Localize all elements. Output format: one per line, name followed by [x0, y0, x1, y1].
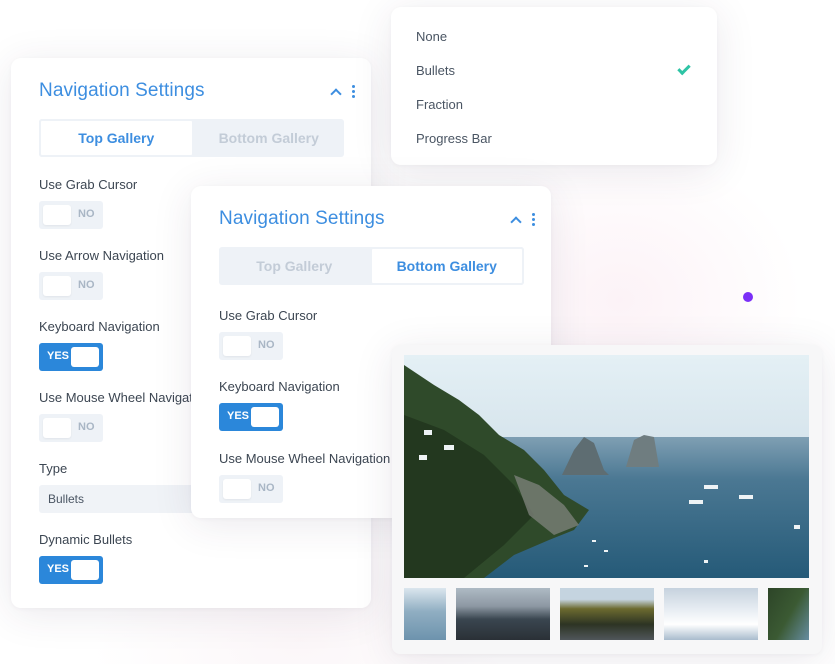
toggle-knob: [43, 205, 71, 225]
field-keyboard-navigation: Keyboard Navigation YES: [219, 379, 340, 431]
gallery-tabs: Top Gallery Bottom Gallery: [219, 247, 524, 285]
option-label: Bullets: [416, 62, 456, 78]
field-dynamic-bullets: Dynamic Bullets YES: [39, 532, 132, 584]
thumbnail-forest-person[interactable]: [560, 588, 654, 640]
thumbnail-ski-chairlift[interactable]: [664, 588, 758, 640]
type-dropdown-menu: None Bullets Fraction Progress Bar: [391, 7, 717, 165]
dropdown-option-fraction[interactable]: Fraction: [416, 92, 692, 116]
chevron-up-icon[interactable]: [330, 87, 342, 100]
field-label: Use Grab Cursor: [219, 308, 318, 323]
toggle-use-grab-cursor[interactable]: NO: [39, 201, 103, 229]
field-label: Dynamic Bullets: [39, 532, 133, 547]
toggle-knob: [223, 336, 251, 356]
option-label: None: [416, 28, 448, 44]
panel-title: Navigation Settings: [219, 208, 385, 229]
field-label: Use Mouse Wheel Navigation: [219, 451, 391, 466]
field-use-mouse-wheel-navigation: Use Mouse Wheel Navigation NO: [39, 390, 210, 442]
gallery-main-image[interactable]: [404, 355, 809, 578]
field-use-arrow-navigation: Use Arrow Navigation NO: [39, 248, 164, 300]
toggle-state: NO: [78, 279, 95, 291]
dropdown-option-none[interactable]: None: [416, 24, 692, 48]
tab-top-gallery[interactable]: Top Gallery: [39, 119, 194, 157]
gallery-preview: [392, 345, 822, 654]
thumbnail-mountain-lodge[interactable]: [456, 588, 550, 640]
thumbnail-coastal-cliffs[interactable]: [768, 588, 809, 640]
toggle-state: NO: [258, 339, 275, 351]
dropdown-option-progress-bar[interactable]: Progress Bar: [416, 126, 692, 150]
more-options-icon[interactable]: [530, 212, 537, 226]
field-label: Use Grab Cursor: [39, 177, 138, 192]
toggle-knob: [71, 347, 99, 367]
decorative-dot: [743, 292, 753, 302]
coastal-landscape-image: [404, 355, 809, 578]
field-label: Keyboard Navigation: [219, 379, 340, 394]
tab-bottom-gallery[interactable]: Bottom Gallery: [369, 247, 524, 285]
toggle-knob: [71, 560, 99, 580]
dropdown-option-bullets[interactable]: Bullets: [416, 58, 692, 82]
gallery-tabs: Top Gallery Bottom Gallery: [39, 119, 344, 157]
toggle-state: YES: [47, 563, 70, 575]
thumbnail-sea-stack[interactable]: [404, 588, 446, 640]
field-label: Keyboard Navigation: [39, 319, 160, 334]
toggle-knob: [223, 479, 251, 499]
field-label: Use Arrow Navigation: [39, 248, 164, 263]
toggle-knob: [43, 276, 71, 296]
more-options-icon[interactable]: [350, 84, 357, 98]
toggle-use-grab-cursor[interactable]: NO: [219, 332, 283, 360]
gallery-thumbnails: [404, 588, 809, 640]
option-label: Fraction: [416, 96, 463, 112]
header-icons: [510, 212, 537, 228]
tab-top-gallery[interactable]: Top Gallery: [219, 247, 370, 285]
toggle-dynamic-bullets[interactable]: YES: [39, 556, 103, 584]
chevron-up-icon[interactable]: [510, 215, 522, 228]
field-use-mouse-wheel-navigation: Use Mouse Wheel Navigation NO: [219, 451, 390, 503]
stage: Navigation Settings Top Gallery Bottom G…: [0, 0, 835, 664]
toggle-use-mouse-wheel-navigation[interactable]: NO: [39, 414, 103, 442]
checkmark-icon: [677, 61, 691, 75]
toggle-state: YES: [47, 350, 70, 362]
toggle-keyboard-navigation[interactable]: YES: [219, 403, 283, 431]
panel-header: Navigation Settings: [39, 79, 357, 103]
toggle-use-arrow-navigation[interactable]: NO: [39, 272, 103, 300]
toggle-state: NO: [78, 421, 95, 433]
toggle-use-mouse-wheel-navigation[interactable]: NO: [219, 475, 283, 503]
field-label: Use Mouse Wheel Navigation: [39, 390, 211, 405]
toggle-keyboard-navigation[interactable]: YES: [39, 343, 103, 371]
field-keyboard-navigation: Keyboard Navigation YES: [39, 319, 160, 371]
field-use-grab-cursor: Use Grab Cursor NO: [219, 308, 317, 360]
toggle-state: NO: [258, 482, 275, 494]
toggle-knob: [43, 418, 71, 438]
tab-bottom-gallery[interactable]: Bottom Gallery: [194, 119, 345, 157]
option-label: Progress Bar: [416, 130, 492, 146]
field-use-grab-cursor: Use Grab Cursor NO: [39, 177, 137, 229]
toggle-state: YES: [227, 410, 250, 422]
header-icons: [330, 84, 357, 100]
toggle-state: NO: [78, 208, 95, 220]
toggle-knob: [251, 407, 279, 427]
panel-title: Navigation Settings: [39, 80, 205, 101]
panel-header: Navigation Settings: [219, 207, 537, 231]
